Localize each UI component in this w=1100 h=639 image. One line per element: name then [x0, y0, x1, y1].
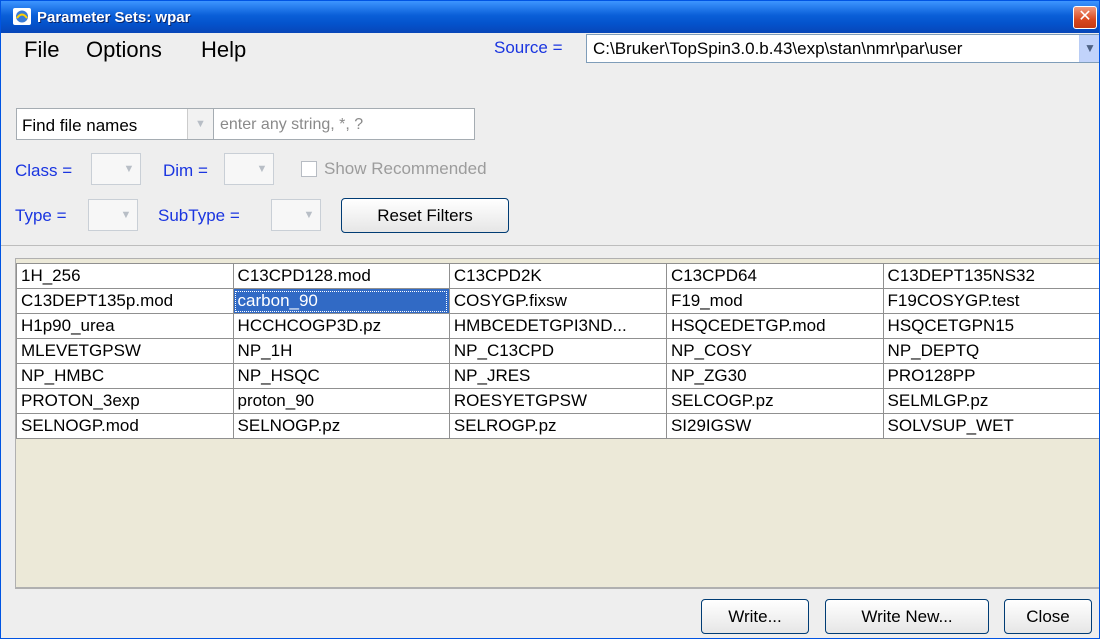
- chevron-down-icon: ▼: [303, 209, 315, 221]
- file-cell[interactable]: NP_JRES: [448, 363, 667, 389]
- file-cell[interactable]: proton_90: [232, 388, 450, 414]
- find-mode-value: Find file names: [22, 116, 138, 135]
- table-row[interactable]: C13DEPT135p.mod carbon_90 COSYGP.fixsw F19_…: [16, 288, 1099, 314]
- file-cell[interactable]: HSQCEDETGP.mod: [665, 313, 884, 339]
- divider: [15, 588, 1099, 589]
- file-cell[interactable]: SELCOGP.pz: [665, 388, 884, 414]
- close-window-button[interactable]: ✕: [1073, 6, 1097, 29]
- file-cell[interactable]: SOLVSUP_WET: [882, 413, 1099, 439]
- file-cell[interactable]: 1H_256: [16, 263, 234, 289]
- show-recommended-label: Show Recommended: [324, 159, 487, 178]
- dim-label: Dim =: [163, 161, 208, 180]
- chevron-down-icon[interactable]: ▼: [1079, 35, 1099, 62]
- file-grid[interactable]: 1H_256 C13CPD128.mod C13CPD2K C13CPD64 C13DE…: [16, 263, 1099, 439]
- dim-select[interactable]: ▼: [224, 153, 274, 185]
- file-cell[interactable]: HCCHCOGP3D.pz: [232, 313, 450, 339]
- table-row[interactable]: NP_HMBC NP_HSQC NP_JRES NP_ZG30 PRO128PP: [16, 363, 1099, 389]
- table-row[interactable]: PROTON_3exp proton_90 ROESYETGPSW SELCOGP.p…: [16, 388, 1099, 414]
- divider: [1, 245, 1099, 246]
- source-value: C:\Bruker\TopSpin3.0.b.43\exp\stan\nmr\p…: [593, 39, 963, 58]
- file-cell[interactable]: SI29IGSW: [665, 413, 884, 439]
- table-row[interactable]: H1p90_urea HCCHCOGP3D.pz HMBCEDETGPI3ND...…: [16, 313, 1099, 339]
- title-bar[interactable]: Parameter Sets: wpar ✕: [1, 1, 1099, 33]
- window-title: Parameter Sets: wpar: [37, 9, 191, 26]
- chevron-down-icon: ▼: [123, 163, 135, 175]
- file-cell[interactable]: C13CPD64: [665, 263, 884, 289]
- file-cell[interactable]: SELNOGP.pz: [232, 413, 450, 439]
- reset-filters-button[interactable]: Reset Filters: [341, 198, 509, 233]
- file-cell[interactable]: SELMLGP.pz: [882, 388, 1099, 414]
- file-cell[interactable]: COSYGP.fixsw: [448, 288, 667, 314]
- chevron-down-icon: ▼: [256, 163, 268, 175]
- file-cell[interactable]: NP_HSQC: [232, 363, 450, 389]
- file-cell[interactable]: HSQCETGPN15: [882, 313, 1099, 339]
- file-cell[interactable]: NP_ZG30: [665, 363, 884, 389]
- file-cell[interactable]: NP_1H: [232, 338, 450, 364]
- type-label: Type =: [15, 206, 67, 225]
- write-new-button[interactable]: Write New...: [825, 599, 989, 634]
- file-cell[interactable]: SELNOGP.mod: [16, 413, 234, 439]
- file-cell[interactable]: C13DEPT135NS32: [882, 263, 1099, 289]
- file-cell[interactable]: F19COSYGP.test: [882, 288, 1099, 314]
- file-cell[interactable]: ROESYETGPSW: [448, 388, 667, 414]
- file-cell[interactable]: F19_mod: [665, 288, 884, 314]
- close-icon: ✕: [1078, 8, 1092, 25]
- show-recommended-checkbox[interactable]: [301, 161, 317, 177]
- menu-file[interactable]: File: [24, 37, 59, 63]
- parameter-sets-window: Parameter Sets: wpar ✕ File Options Help…: [0, 0, 1100, 639]
- file-cell[interactable]: NP_DEPTQ: [882, 338, 1099, 364]
- subtype-select[interactable]: ▼: [271, 199, 321, 231]
- file-cell[interactable]: PRO128PP: [882, 363, 1099, 389]
- file-list-panel[interactable]: 1H_256 C13CPD128.mod C13CPD2K C13CPD64 C13DE…: [15, 258, 1099, 588]
- chevron-down-icon: ▼: [120, 209, 132, 221]
- file-cell[interactable]: H1p90_urea: [16, 313, 234, 339]
- write-button[interactable]: Write...: [701, 599, 809, 634]
- menu-options[interactable]: Options: [86, 37, 162, 63]
- search-placeholder: enter any string, *, ?: [220, 116, 364, 133]
- table-row[interactable]: MLEVETGPSW NP_1H NP_C13CPD NP_COSY NP_DEPTQ: [16, 338, 1099, 364]
- file-cell[interactable]: MLEVETGPSW: [16, 338, 234, 364]
- file-cell[interactable]: NP_HMBC: [16, 363, 234, 389]
- source-label: Source =: [494, 38, 563, 57]
- class-label: Class =: [15, 161, 73, 180]
- close-button[interactable]: Close: [1004, 599, 1092, 634]
- file-cell[interactable]: PROTON_3exp: [16, 388, 234, 414]
- topspin-app-icon: [13, 8, 31, 25]
- file-cell[interactable]: NP_COSY: [665, 338, 884, 364]
- search-input[interactable]: enter any string, *, ?: [213, 108, 475, 140]
- file-cell[interactable]: C13CPD128.mod: [232, 263, 450, 289]
- source-select[interactable]: C:\Bruker\TopSpin3.0.b.43\exp\stan\nmr\p…: [586, 34, 1099, 63]
- table-row[interactable]: 1H_256 C13CPD128.mod C13CPD2K C13CPD64 C13DE…: [16, 263, 1099, 289]
- file-cell[interactable]: C13CPD2K: [448, 263, 667, 289]
- menu-help[interactable]: Help: [201, 37, 246, 63]
- file-cell[interactable]: NP_C13CPD: [448, 338, 667, 364]
- file-cell[interactable]: C13DEPT135p.mod: [16, 288, 234, 314]
- class-select[interactable]: ▼: [91, 153, 141, 185]
- file-cell[interactable]: SELROGP.pz: [448, 413, 667, 439]
- subtype-label: SubType =: [158, 206, 240, 225]
- file-cell[interactable]: carbon_90: [232, 288, 450, 314]
- file-cell[interactable]: HMBCEDETGPI3ND...: [448, 313, 667, 339]
- table-row[interactable]: SELNOGP.mod SELNOGP.pz SELROGP.pz SI29IGSW S…: [16, 413, 1099, 439]
- chevron-down-icon[interactable]: ▼: [187, 109, 213, 139]
- find-mode-select[interactable]: Find file names: [16, 108, 214, 140]
- type-select[interactable]: ▼: [88, 199, 138, 231]
